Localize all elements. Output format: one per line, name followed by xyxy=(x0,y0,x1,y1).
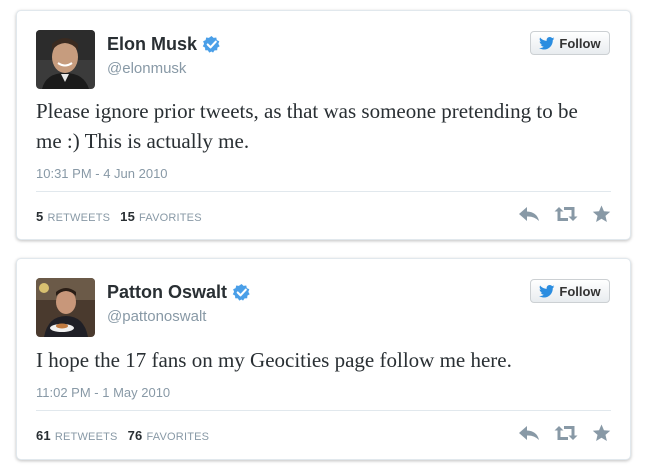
twitter-bird-icon xyxy=(539,36,555,49)
avatar-image xyxy=(36,278,95,337)
avatar[interactable] xyxy=(36,278,95,337)
tweet-card: Patton Oswalt @pattonoswalt Follow I hop… xyxy=(16,258,631,460)
follow-label: Follow xyxy=(559,35,601,51)
divider xyxy=(36,191,611,192)
star-icon[interactable] xyxy=(592,205,611,228)
retweet-icon[interactable] xyxy=(554,425,578,446)
user-handle[interactable]: @elonmusk xyxy=(107,60,186,77)
timestamp[interactable]: 11:02 PM - 1 May 2010 xyxy=(36,385,170,400)
tweet-text: I hope the 17 fans on my Geocities page … xyxy=(36,348,512,372)
verified-badge-icon xyxy=(232,283,251,302)
follow-button[interactable]: Follow xyxy=(530,31,610,55)
reply-icon[interactable] xyxy=(518,425,540,446)
tweet-text: Please ignore prior tweets, as that was … xyxy=(36,99,578,153)
star-icon[interactable] xyxy=(592,424,611,447)
favorite-count[interactable]: 15 xyxy=(120,209,135,224)
tweet-stats: 5 RETWEETS 15 FAVORITES xyxy=(36,209,212,224)
reply-icon[interactable] xyxy=(518,206,540,227)
retweet-count[interactable]: 5 xyxy=(36,209,43,224)
avatar-image xyxy=(36,30,95,89)
favorites-label[interactable]: FAVORITES xyxy=(146,431,209,443)
tweet-actions xyxy=(504,424,611,447)
follow-label: Follow xyxy=(559,283,601,299)
divider xyxy=(36,410,611,411)
retweet-icon[interactable] xyxy=(554,206,578,227)
verified-badge-icon xyxy=(202,35,221,54)
display-name[interactable]: Patton Oswalt xyxy=(107,282,227,303)
tweet-card: Elon Musk @elonmusk Follow Please ignore… xyxy=(16,10,631,240)
tweet-actions xyxy=(504,205,611,228)
retweets-label[interactable]: RETWEETS xyxy=(55,431,118,443)
name-row: Patton Oswalt xyxy=(107,282,251,303)
retweets-label[interactable]: RETWEETS xyxy=(47,212,110,224)
retweet-count[interactable]: 61 xyxy=(36,428,51,443)
follow-button[interactable]: Follow xyxy=(530,279,610,303)
tweet-stats: 61 RETWEETS 76 FAVORITES xyxy=(36,428,219,443)
timestamp[interactable]: 10:31 PM - 4 Jun 2010 xyxy=(36,166,168,181)
avatar[interactable] xyxy=(36,30,95,89)
user-handle[interactable]: @pattonoswalt xyxy=(107,308,206,325)
name-row: Elon Musk xyxy=(107,34,221,55)
favorite-count[interactable]: 76 xyxy=(128,428,143,443)
twitter-bird-icon xyxy=(539,284,555,297)
display-name[interactable]: Elon Musk xyxy=(107,34,197,55)
favorites-label[interactable]: FAVORITES xyxy=(139,212,202,224)
